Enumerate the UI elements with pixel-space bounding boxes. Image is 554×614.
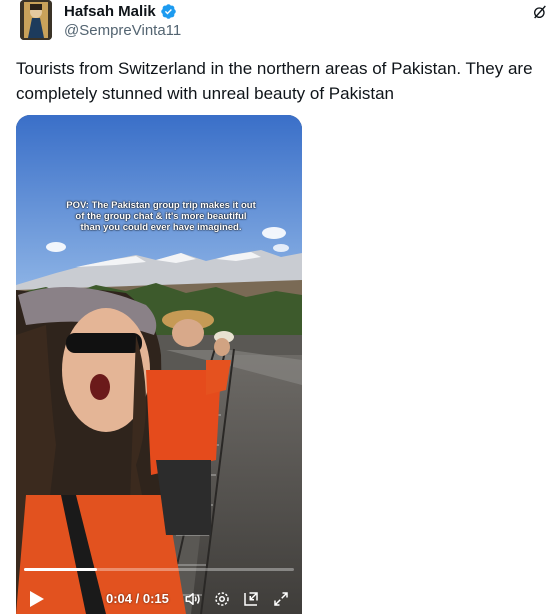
picture-in-picture-icon[interactable] — [242, 590, 260, 608]
video-frame — [16, 115, 302, 614]
author-name-row[interactable]: Hafsah Malik — [64, 3, 177, 20]
volume-icon[interactable] — [184, 590, 202, 608]
grok-icon[interactable] — [532, 4, 548, 20]
video-player[interactable]: POV: The Pakistan group trip makes it ou… — [16, 115, 302, 614]
tweet-text: Tourists from Switzerland in the norther… — [16, 59, 533, 103]
author-name[interactable]: Hafsah Malik — [64, 3, 156, 20]
video-time: 0:04 / 0:15 — [106, 591, 169, 606]
settings-icon[interactable] — [213, 590, 231, 608]
author-handle[interactable]: @SempreVinta11 — [64, 22, 181, 39]
video-progress-bar[interactable] — [24, 568, 294, 571]
video-controls: 0:04 / 0:15 — [16, 581, 302, 611]
video-caption: POV: The Pakistan group trip makes it ou… — [66, 200, 256, 233]
video-progress-fill — [24, 568, 97, 571]
fullscreen-icon[interactable] — [272, 590, 290, 608]
avatar[interactable] — [20, 0, 52, 40]
play-icon[interactable] — [30, 591, 44, 607]
verified-badge-icon — [160, 4, 176, 19]
